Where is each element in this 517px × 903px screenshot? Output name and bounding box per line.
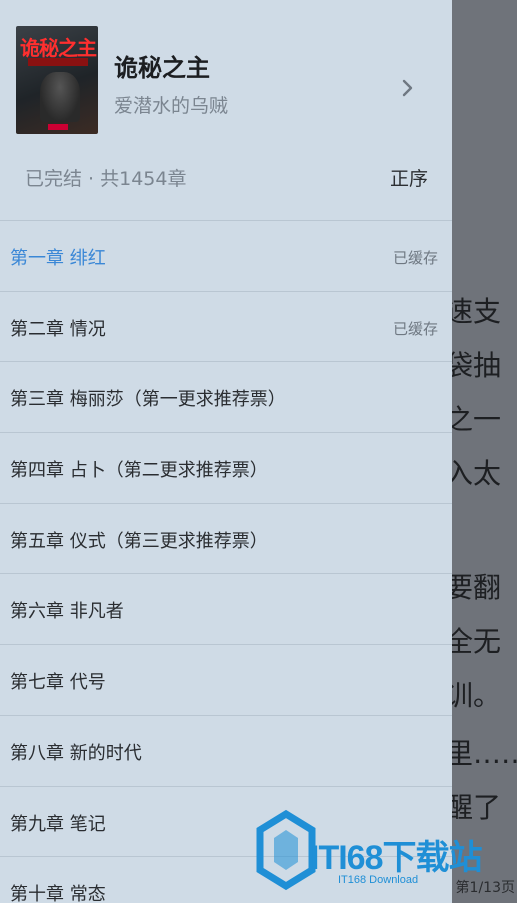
cover-publisher-mark (48, 124, 68, 130)
reader-text-line: 训。 (445, 679, 502, 712)
chapter-title: 第一章 绯红 (10, 248, 106, 269)
chapter-item[interactable]: 第七章 代号 (0, 644, 452, 715)
cached-badge: 已缓存 (392, 319, 438, 338)
chevron-right-icon[interactable] (396, 76, 420, 100)
chapter-list: 第一章 绯红 已缓存 第二章 情况 已缓存 第三章 梅丽莎（第一更求推荐票） 第… (0, 220, 452, 903)
reader-text-line: 要翻 (445, 571, 502, 604)
chapter-title: 第四章 占卜（第二更求推荐票） (10, 460, 268, 482)
chapter-title: 第八章 新的时代 (10, 742, 142, 764)
reader-text-line: 袋抽 (445, 349, 502, 382)
chapter-title: 第五章 仪式（第三更求推荐票） (10, 530, 268, 552)
book-author: 爱潜水的乌贼 (114, 95, 229, 117)
chapter-title: 第七章 代号 (10, 672, 106, 694)
book-info-header[interactable]: 诡秘之主 诡秘之主 爱潜水的乌贼 已完结 · 共1454章 正序 (0, 0, 452, 220)
cover-figure (40, 72, 80, 122)
watermark-logo: ITI68下载站 IT168 Download (256, 808, 506, 892)
chapter-title: 第三章 梅丽莎（第一更求推荐票） (10, 389, 286, 411)
chapter-title: 第十章 常态 (10, 884, 106, 903)
sort-order-button[interactable]: 正序 (390, 164, 428, 191)
book-cover: 诡秘之主 (16, 26, 98, 134)
cover-title: 诡秘之主 (20, 36, 97, 60)
chapter-title: 第二章 情况 (10, 318, 106, 340)
reader-text-line: 里…… (445, 737, 517, 770)
cover-band (28, 58, 88, 66)
chapter-item[interactable]: 第五章 仪式（第三更求推荐票） (0, 502, 452, 574)
chapter-item[interactable]: 第二章 情况 已缓存 (0, 290, 452, 362)
book-title: 诡秘之主 (114, 54, 210, 82)
chapter-title: 第六章 非凡者 (10, 601, 124, 623)
cached-badge: 已缓存 (392, 249, 438, 267)
reader-text-line: 速支 (445, 295, 502, 328)
reader-text-line: 之一 (445, 403, 502, 436)
reader-text-line: 入太 (445, 457, 502, 490)
watermark-text: ITI68下载站 (310, 839, 482, 877)
chapter-item[interactable]: 第六章 非凡者 (0, 573, 452, 644)
book-status: 已完结 · 共1454章 (25, 168, 187, 190)
chapter-item[interactable]: 第一章 绯红 已缓存 (0, 220, 452, 291)
toc-drawer: 诡秘之主 诡秘之主 爱潜水的乌贼 已完结 · 共1454章 正序 第一章 绯红 … (0, 0, 452, 903)
chapter-item[interactable]: 第四章 占卜（第二更求推荐票） (0, 432, 452, 503)
chapter-item[interactable]: 第八章 新的时代 (0, 714, 452, 786)
watermark-hexagon-icon (256, 809, 316, 891)
watermark-subtext: IT168 Download (338, 874, 419, 886)
chapter-item[interactable]: 第三章 梅丽莎（第一更求推荐票） (0, 361, 452, 432)
chapter-title: 第九章 笔记 (10, 813, 106, 835)
reader-text-line: 全无 (445, 625, 502, 658)
